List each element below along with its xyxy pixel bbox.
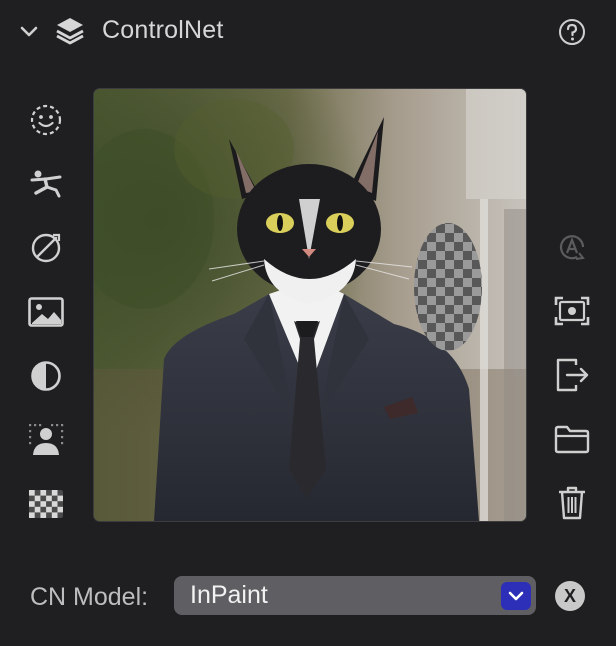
- panel-title: ControlNet: [102, 16, 224, 44]
- chevron-down-icon[interactable]: [18, 20, 40, 42]
- cn-model-value: InPaint: [190, 581, 268, 609]
- image-icon[interactable]: [24, 290, 68, 334]
- contrast-icon[interactable]: [24, 354, 68, 398]
- folder-icon[interactable]: [549, 416, 595, 462]
- face-detect-icon[interactable]: [24, 98, 68, 142]
- clear-model-button[interactable]: X: [555, 581, 585, 611]
- export-icon[interactable]: [549, 352, 595, 398]
- dropdown-button[interactable]: [501, 582, 531, 610]
- checkerboard-icon[interactable]: [24, 482, 68, 526]
- layers-icon: [56, 18, 84, 45]
- cn-model-label: CN Model:: [30, 583, 149, 611]
- panel-header: ControlNet: [0, 0, 616, 64]
- controlnet-image-canvas[interactable]: [93, 88, 527, 522]
- cn-model-select[interactable]: InPaint: [174, 576, 536, 615]
- auto-annotate-icon[interactable]: [549, 224, 595, 270]
- capture-canvas-icon[interactable]: [549, 288, 595, 334]
- question-circle-icon[interactable]: [557, 17, 587, 47]
- person-segment-icon[interactable]: [24, 418, 68, 462]
- cat-in-suit-image: [94, 89, 526, 521]
- trash-icon[interactable]: [549, 480, 595, 526]
- edge-detect-icon[interactable]: [24, 226, 68, 270]
- chevron-down-icon: [508, 591, 524, 601]
- inpaint-mask-region: [414, 223, 482, 351]
- pose-icon[interactable]: [24, 162, 68, 206]
